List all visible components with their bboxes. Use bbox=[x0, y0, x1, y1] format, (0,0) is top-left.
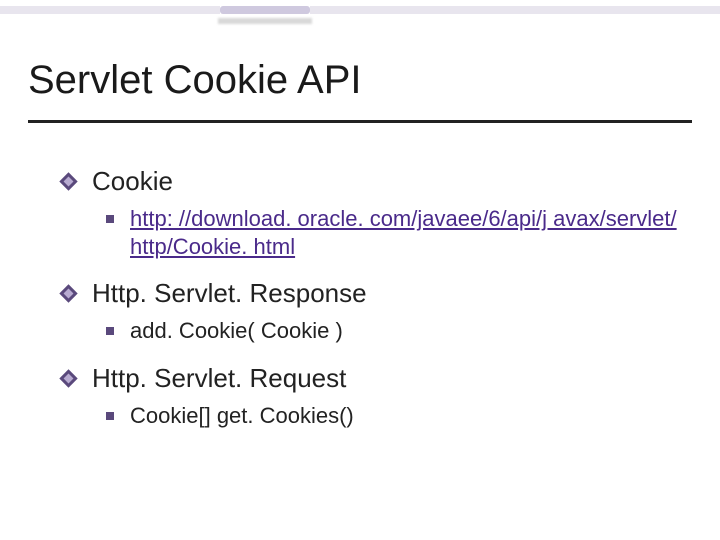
bullet-label: Http. Servlet. Response bbox=[92, 278, 367, 308]
api-link[interactable]: http: //download. oracle. com/javaee/6/a… bbox=[130, 206, 677, 259]
slide-body: Cookie http: //download. oracle. com/jav… bbox=[86, 160, 680, 447]
bullet-level1: Cookie bbox=[86, 166, 680, 197]
bullet-level2: add. Cookie( Cookie ) bbox=[124, 317, 680, 345]
decoration-segment bbox=[220, 6, 310, 14]
slide: Servlet Cookie API Cookie http: //downlo… bbox=[0, 0, 720, 540]
bullet-text: Cookie[] get. Cookies() bbox=[130, 403, 354, 428]
bullet-label: Http. Servlet. Request bbox=[92, 363, 346, 393]
bullet-level2: Cookie[] get. Cookies() bbox=[124, 402, 680, 430]
bullet-level2: http: //download. oracle. com/javaee/6/a… bbox=[124, 205, 680, 260]
decoration-segment bbox=[310, 6, 720, 14]
bullet-level1: Http. Servlet. Response bbox=[86, 278, 680, 309]
bullet-level1: Http. Servlet. Request bbox=[86, 363, 680, 394]
bullet-label: Cookie bbox=[92, 166, 173, 196]
bullet-text: add. Cookie( Cookie ) bbox=[130, 318, 343, 343]
decoration-shadow bbox=[218, 18, 312, 24]
top-decoration bbox=[0, 6, 720, 14]
title-divider bbox=[28, 120, 692, 123]
slide-title: Servlet Cookie API bbox=[28, 58, 362, 103]
decoration-segment bbox=[0, 6, 220, 14]
